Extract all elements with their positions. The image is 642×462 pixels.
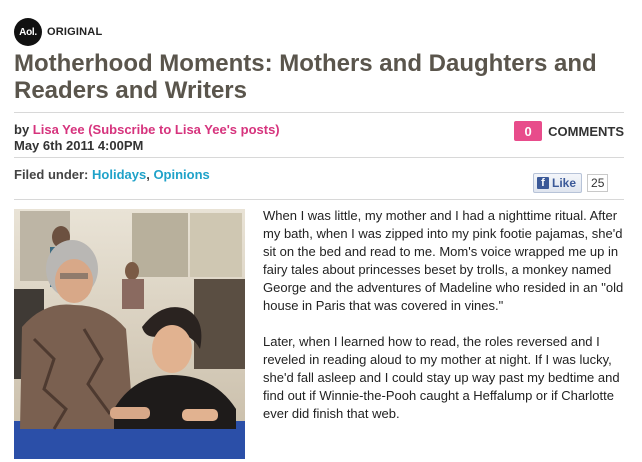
facebook-icon: f bbox=[537, 177, 549, 189]
brand: Aol. ORIGINAL bbox=[14, 18, 102, 46]
article-paragraph: When I was little, my mother and I had a… bbox=[263, 208, 624, 313]
divider bbox=[14, 112, 624, 113]
brand-label: ORIGINAL bbox=[47, 26, 103, 38]
author-link[interactable]: Lisa Yee (Subscribe to Lisa Yee's posts) bbox=[33, 122, 280, 137]
category-link-opinions[interactable]: Opinions bbox=[153, 167, 209, 182]
publish-date: May 6th 2011 4:00PM bbox=[14, 138, 144, 153]
article-title: Motherhood Moments: Mothers and Daughter… bbox=[14, 50, 597, 104]
filed-prefix: Filed under: bbox=[14, 167, 89, 182]
divider bbox=[14, 199, 624, 200]
article-body: When I was little, my mother and I had a… bbox=[263, 207, 633, 441]
filed-under: Filed under: Holidays, Opinions bbox=[14, 167, 210, 182]
comments-label[interactable]: COMMENTS bbox=[548, 124, 624, 139]
article-photo bbox=[14, 209, 245, 459]
aol-logo[interactable]: Aol. bbox=[14, 18, 42, 46]
divider bbox=[14, 157, 624, 158]
category-link-holidays[interactable]: Holidays bbox=[92, 167, 146, 182]
like-label: Like bbox=[552, 176, 577, 190]
article-paragraph: Later, when I learned how to read, the r… bbox=[263, 334, 620, 421]
byline-prefix: by bbox=[14, 122, 30, 137]
comments-count-badge[interactable]: 0 bbox=[514, 121, 543, 141]
like-count: 25 bbox=[587, 174, 609, 192]
comments-link[interactable]: 0 COMMENTS bbox=[514, 121, 624, 141]
photo-mother-daughter bbox=[14, 209, 245, 459]
facebook-like-widget: f Like 25 bbox=[533, 173, 609, 193]
byline: by Lisa Yee (Subscribe to Lisa Yee's pos… bbox=[14, 122, 280, 137]
facebook-like-button[interactable]: f Like bbox=[533, 173, 583, 193]
